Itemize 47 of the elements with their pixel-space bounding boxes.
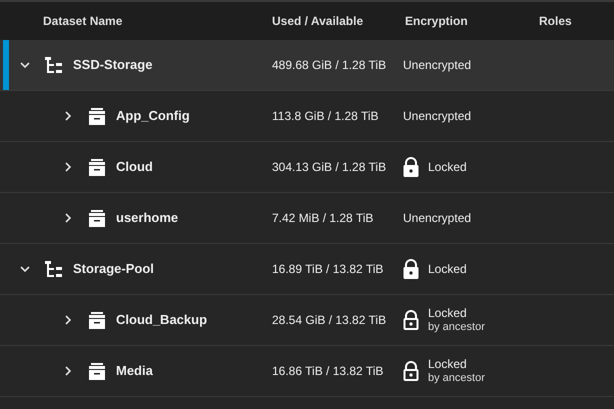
usage-text: 489.68 GiB / 1.28 TiB	[271, 57, 388, 74]
tree-structure-icon	[45, 56, 63, 74]
tree-structure-icon	[45, 260, 63, 278]
column-header[interactable]: Roles	[539, 14, 572, 28]
encryption-status: Locked	[428, 306, 468, 320]
lock-icon	[403, 361, 419, 381]
column-header[interactable]: Dataset Name	[43, 14, 122, 28]
chevron-icon[interactable]	[63, 162, 73, 172]
usage-text: 16.86 TiB / 13.82 TiB	[271, 363, 384, 380]
lock-icon	[403, 157, 419, 177]
chevron-icon[interactable]	[63, 111, 73, 121]
dataset-name: SSD-Storage	[73, 56, 152, 74]
usage-text: 304.13 GiB / 1.28 TiB	[271, 159, 388, 176]
encryption-status: Locked	[428, 357, 468, 371]
lock-icon	[403, 259, 419, 279]
archive-box-icon	[88, 312, 106, 328]
archive-box-icon	[88, 108, 106, 124]
usage-text: 7.42 MiB / 1.28 TiB	[271, 210, 374, 227]
dataset-name: userhome	[116, 209, 178, 228]
archive-box-icon	[88, 158, 106, 176]
encryption-status: Locked	[428, 160, 467, 174]
dataset-name: Storage-Pool	[73, 260, 154, 278]
dataset-name: Cloud_Backup	[116, 311, 208, 330]
encryption-note: by ancestor	[428, 320, 485, 334]
column-header[interactable]: Encryption	[405, 14, 468, 28]
column-header[interactable]: Used / Available	[272, 14, 364, 28]
usage-text: 28.54 GiB / 13.82 TiB	[271, 312, 388, 329]
dataset-name: Media	[116, 362, 153, 380]
chevron-icon[interactable]	[63, 366, 73, 376]
chevron-icon[interactable]	[20, 60, 30, 70]
selection-bar	[3, 40, 9, 90]
encryption-status: Unencrypted	[403, 109, 472, 123]
encryption-note: by ancestor	[428, 371, 485, 385]
usage-text: 113.8 GiB / 1.28 TiB	[271, 108, 380, 125]
archive-box-icon	[88, 210, 106, 226]
dataset-name: App_Config	[116, 107, 190, 126]
chevron-icon[interactable]	[63, 213, 73, 223]
dataset-name: Cloud	[116, 158, 153, 176]
encryption-status: Unencrypted	[403, 58, 472, 72]
chevron-icon[interactable]	[20, 264, 30, 274]
encryption-status: Unencrypted	[403, 211, 472, 225]
archive-box-icon	[88, 362, 106, 380]
table-row[interactable]: SSD-Storage 489.68 GiB / 1.28 TiB Unencrypted	[0, 40, 614, 91]
usage-text: 16.89 TiB / 13.82 TiB	[271, 261, 384, 278]
chevron-icon[interactable]	[63, 315, 73, 325]
lock-icon	[403, 310, 419, 330]
encryption-status: Locked	[428, 262, 467, 276]
